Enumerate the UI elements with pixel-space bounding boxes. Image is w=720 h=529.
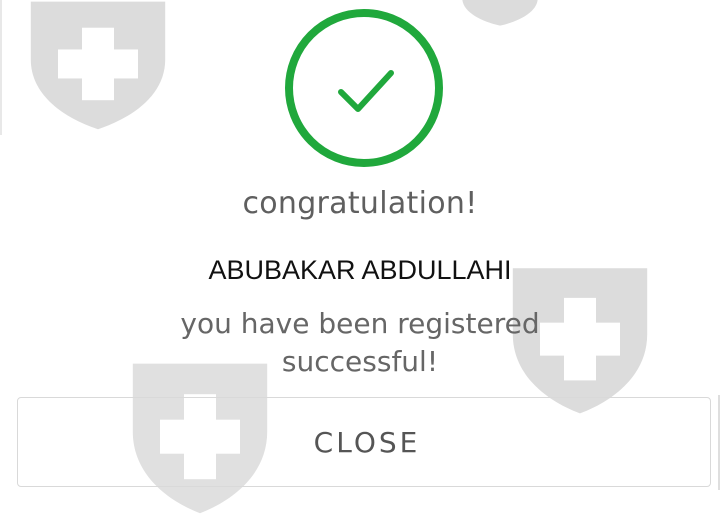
- left-edge-divider: [0, 0, 2, 135]
- close-button-label: CLOSE: [313, 425, 421, 459]
- check-circle-icon: [285, 9, 443, 167]
- success-message: you have been registered successful!: [180, 307, 540, 378]
- shield-watermark-icon: [462, 0, 538, 26]
- registration-success-dialog: congratulation! ABUBAKAR ABDULLAHI you h…: [0, 0, 720, 529]
- shield-watermark-icon: [30, 1, 166, 130]
- registered-user-name: ABUBAKAR ABDULLAHI: [208, 255, 512, 285]
- close-button[interactable]: CLOSE: [17, 397, 711, 487]
- dialog-title: congratulation!: [242, 186, 478, 221]
